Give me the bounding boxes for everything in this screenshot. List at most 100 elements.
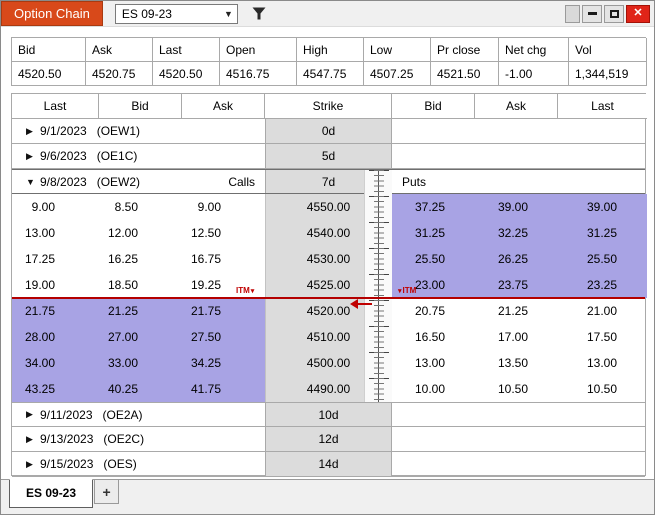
expiry-label: ▶ 9/1/2023 (OEW1) <box>12 119 265 143</box>
call-last-cell[interactable]: 19.00 <box>12 272 99 298</box>
call-bid-cell[interactable]: 8.50 <box>99 194 182 220</box>
expiry-date: 9/8/2023 <box>40 174 87 189</box>
call-last-cell[interactable]: 17.25 <box>12 246 99 272</box>
put-bid-cell[interactable]: 13.00 <box>392 350 475 376</box>
put-last-cell[interactable]: 21.00 <box>558 298 647 324</box>
titlebar-extra-button[interactable] <box>565 4 580 23</box>
call-bid-cell[interactable]: 27.00 <box>99 324 182 350</box>
call-ask-cell[interactable]: 34.25 <box>182 350 265 376</box>
call-last-cell[interactable]: 43.25 <box>12 376 99 402</box>
call-last-cell[interactable]: 13.00 <box>12 220 99 246</box>
call-ask-cell[interactable]: 19.25 <box>182 272 265 298</box>
expiry-row-right <box>392 452 647 476</box>
strike-cell: 4530.00 <box>265 246 392 272</box>
expiry-label: ▶ 9/13/2023 (OE2C) <box>12 427 265 451</box>
maximize-button[interactable] <box>604 4 624 23</box>
call-bid-cell[interactable]: 21.25 <box>99 298 182 324</box>
call-ask-cell[interactable]: 27.50 <box>182 324 265 350</box>
tab-es-09-23[interactable]: ES 09-23 <box>9 479 94 508</box>
put-bid-cell[interactable]: 20.75 <box>392 298 475 324</box>
put-last-cell[interactable]: 25.50 <box>558 246 647 272</box>
expiry-date: 9/15/2023 <box>40 457 94 471</box>
call-last-cell[interactable]: 34.00 <box>12 350 99 376</box>
filter-icon[interactable] <box>248 4 270 24</box>
quote-header-cell: Vol <box>569 38 647 62</box>
days-to-expiry: 0d <box>265 119 392 143</box>
expiry-row-expanded[interactable]: ▼ 9/8/2023 (OEW2) Calls 7d Puts <box>12 169 645 194</box>
days-to-expiry: 10d <box>265 403 392 426</box>
expiry-row[interactable]: ▶ 9/15/2023 (OES) 14d <box>12 452 645 477</box>
expiry-row[interactable]: ▶ 9/13/2023 (OE2C) 12d <box>12 427 645 452</box>
put-last-cell[interactable]: 39.00 <box>558 194 647 220</box>
put-bid-cell[interactable]: 23.00 <box>392 272 475 298</box>
chain-column-header: Ask <box>475 94 558 119</box>
put-bid-cell[interactable]: 37.25 <box>392 194 475 220</box>
put-ask-cell[interactable]: 23.75 <box>475 272 558 298</box>
call-bid-cell[interactable]: 16.25 <box>99 246 182 272</box>
expand-arrow-icon[interactable]: ▶ <box>26 459 40 470</box>
strike-cell: 4540.00 <box>265 220 392 246</box>
strike-cell: 4550.00 <box>265 194 392 220</box>
window-title[interactable]: Option Chain <box>1 1 103 26</box>
quote-value-cell: 4520.50 <box>153 62 220 86</box>
put-last-cell[interactable]: 23.25 <box>558 272 647 298</box>
put-last-cell[interactable]: 10.50 <box>558 376 647 402</box>
call-ask-cell[interactable]: 16.75 <box>182 246 265 272</box>
close-icon: ✕ <box>633 7 643 19</box>
put-last-cell[interactable]: 13.00 <box>558 350 647 376</box>
put-bid-cell[interactable]: 25.50 <box>392 246 475 272</box>
expiry-label: ▶ 9/6/2023 (OE1C) <box>12 144 265 168</box>
call-bid-cell[interactable]: 40.25 <box>99 376 182 402</box>
call-ask-cell[interactable]: 9.00 <box>182 194 265 220</box>
call-bid-cell[interactable]: 12.00 <box>99 220 182 246</box>
put-ask-cell[interactable]: 26.25 <box>475 246 558 272</box>
call-ask-cell[interactable]: 12.50 <box>182 220 265 246</box>
call-last-cell[interactable]: 28.00 <box>12 324 99 350</box>
quote-header-cell: Ask <box>86 38 153 62</box>
put-ask-cell[interactable]: 13.50 <box>475 350 558 376</box>
call-bid-cell[interactable]: 33.00 <box>99 350 182 376</box>
expiry-row[interactable]: ▶ 9/11/2023 (OE2A) 10d <box>12 402 645 427</box>
expiry-code: (OEW1) <box>96 124 141 138</box>
put-bid-cell[interactable]: 10.00 <box>392 376 475 402</box>
expand-arrow-icon[interactable]: ▶ <box>26 126 40 137</box>
option-row: 34.00 33.00 34.25 4500.00 13.00 13.50 13… <box>12 350 645 376</box>
expand-arrow-icon[interactable]: ▶ <box>26 409 40 420</box>
expand-arrow-icon[interactable]: ▶ <box>26 434 40 445</box>
put-bid-cell[interactable]: 16.50 <box>392 324 475 350</box>
close-button[interactable]: ✕ <box>626 4 650 23</box>
days-to-expiry: 7d <box>265 170 392 193</box>
call-last-cell[interactable]: 21.75 <box>12 298 99 324</box>
expiry-code: (OEW2) <box>96 174 141 189</box>
window-controls: ✕ <box>565 4 654 23</box>
call-bid-cell[interactable]: 18.50 <box>99 272 182 298</box>
put-ask-cell[interactable]: 21.25 <box>475 298 558 324</box>
bottom-tab-bar: ES 09-23 + <box>1 479 654 514</box>
expiry-row[interactable]: ▶ 9/6/2023 (OE1C) 5d <box>12 144 645 169</box>
expiry-row-right <box>392 427 647 451</box>
expiry-code: (OE2A) <box>102 407 143 422</box>
symbol-dropdown[interactable]: ES 09-23 ▼ <box>114 3 238 24</box>
chain-column-header: Bid <box>99 94 182 119</box>
option-row: 43.25 40.25 41.75 4490.00 10.00 10.50 10… <box>12 376 645 402</box>
put-last-cell[interactable]: 17.50 <box>558 324 647 350</box>
add-tab-button[interactable]: + <box>94 480 120 504</box>
put-ask-cell[interactable]: 17.00 <box>475 324 558 350</box>
call-ask-cell[interactable]: 41.75 <box>182 376 265 402</box>
quote-header-cell: Last <box>153 38 220 62</box>
put-ask-cell[interactable]: 32.25 <box>475 220 558 246</box>
quote-header-cell: High <box>297 38 364 62</box>
call-last-cell[interactable]: 9.00 <box>12 194 99 220</box>
expiry-row[interactable]: ▶ 9/1/2023 (OEW1) 0d <box>12 119 645 144</box>
put-ask-cell[interactable]: 10.50 <box>475 376 558 402</box>
put-bid-cell[interactable]: 31.25 <box>392 220 475 246</box>
call-ask-cell[interactable]: 21.75 <box>182 298 265 324</box>
put-ask-cell[interactable]: 39.00 <box>475 194 558 220</box>
chevron-down-icon: ▼ <box>223 8 233 19</box>
minimize-button[interactable] <box>582 4 602 23</box>
expand-arrow-icon[interactable]: ▶ <box>26 151 40 162</box>
quote-value-cell: 4521.50 <box>431 62 499 86</box>
put-last-cell[interactable]: 31.25 <box>558 220 647 246</box>
titlebar: Option Chain ES 09-23 ▼ ✕ <box>1 1 654 27</box>
collapse-arrow-icon[interactable]: ▼ <box>26 177 40 187</box>
